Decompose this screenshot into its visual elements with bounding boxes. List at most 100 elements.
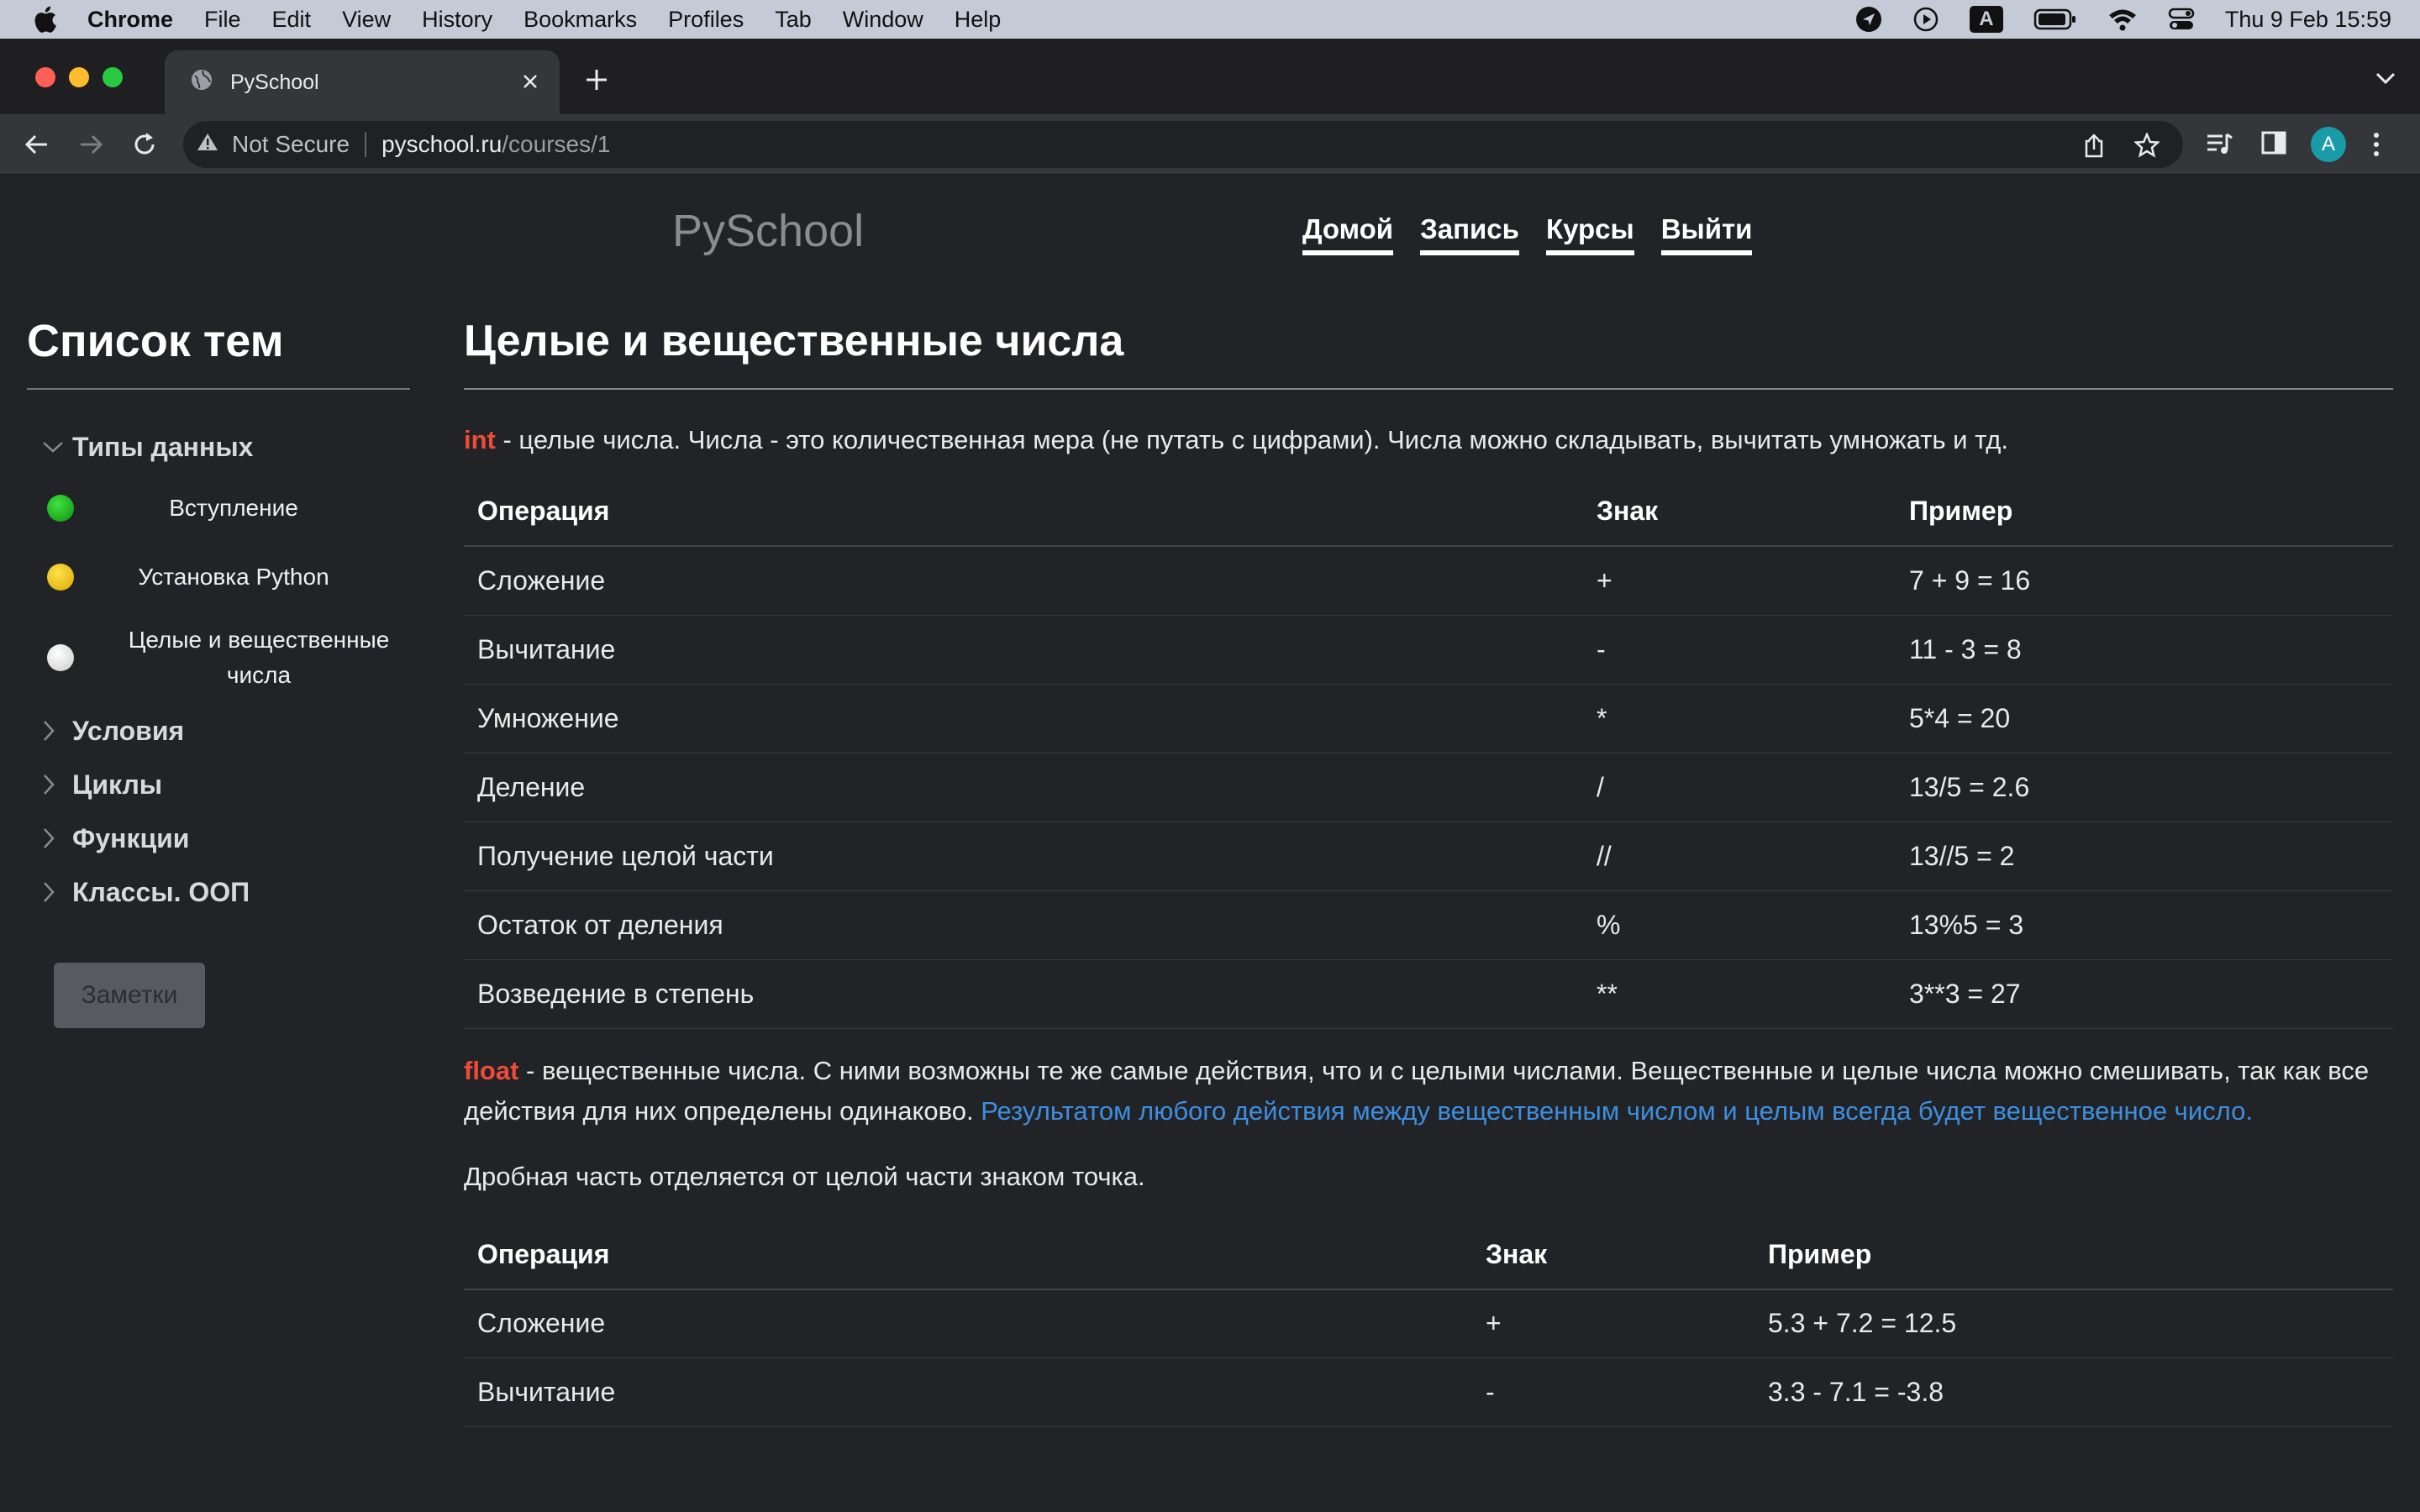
topic-group-functions[interactable]: Функции: [27, 811, 410, 865]
int-operations-table: Операция Знак Пример Сложение +7 + 9 = 16…: [464, 477, 2393, 1029]
header-sign: Знак: [1472, 1220, 1754, 1290]
address-bar[interactable]: Not Secure pyschool.ru/courses/1: [183, 121, 2183, 168]
share-icon[interactable]: [2082, 133, 2106, 164]
browser-tab[interactable]: PySchool: [165, 50, 560, 114]
more-menu-icon[interactable]: [2371, 129, 2381, 164]
cell-example: 13//5 = 2: [1896, 822, 2393, 891]
back-arrow-icon[interactable]: [22, 129, 52, 164]
chevron-right-icon: [42, 827, 67, 849]
lesson-label: Установка Python: [138, 564, 329, 590]
cell-operation: Возведение в степень: [464, 959, 1583, 1029]
topic-group-label: Классы. ООП: [72, 876, 250, 907]
wifi-icon[interactable]: [2107, 8, 2138, 31]
browser-toolbar: Not Secure pyschool.ru/courses/1 A: [0, 114, 2420, 175]
menu-edit[interactable]: Edit: [272, 7, 312, 33]
lesson-status-dot: [47, 564, 74, 591]
menu-profiles[interactable]: Profiles: [668, 7, 744, 33]
media-control-icon[interactable]: [2205, 131, 2233, 162]
topic-group-conditions[interactable]: Условия: [27, 704, 410, 758]
star-bookmark-icon[interactable]: [2133, 131, 2161, 164]
topics-sidebar: Список тем Типы данных Вступление Устано…: [27, 314, 410, 1028]
cell-example: 5.3 + 7.2 = 12.5: [1754, 1289, 2393, 1358]
cell-example: 13/5 = 2.6: [1896, 753, 2393, 822]
control-center-icon[interactable]: [2168, 7, 2195, 32]
window-zoom-button[interactable]: [103, 67, 123, 87]
nav-home[interactable]: Домой: [1302, 213, 1394, 255]
chevron-down-icon[interactable]: [2375, 71, 2396, 90]
float-keyword: float: [464, 1055, 519, 1085]
nav-courses[interactable]: Курсы: [1545, 213, 1634, 255]
topic-group-loops[interactable]: Циклы: [27, 758, 410, 811]
cell-sign: +: [1583, 546, 1896, 616]
new-tab-icon[interactable]: [583, 66, 610, 97]
site-logo[interactable]: PySchool: [672, 205, 864, 257]
menu-help[interactable]: Help: [955, 7, 1002, 33]
battery-icon[interactable]: [2033, 8, 2077, 31]
table-row: Остаток от деления% 13%5 = 3: [464, 890, 2393, 960]
cell-example: 3**3 = 27: [1896, 959, 2393, 1029]
cell-sign: %: [1583, 890, 1896, 960]
menu-app-name[interactable]: Chrome: [87, 7, 173, 33]
cell-sign: //: [1583, 822, 1896, 891]
int-text: - целые числа. Числа - это количественна…: [495, 425, 2008, 454]
menu-clock[interactable]: Thu 9 Feb 15:59: [2225, 7, 2391, 33]
chevron-down-icon: [42, 440, 67, 454]
cell-sign: *: [1583, 684, 1896, 753]
header-example: Пример: [1896, 477, 2393, 547]
menu-view[interactable]: View: [342, 7, 391, 33]
input-source-icon[interactable]: A: [1969, 6, 2003, 33]
side-panel-icon[interactable]: [2260, 129, 2287, 160]
profile-avatar[interactable]: A: [2311, 127, 2346, 162]
topic-group-data-types[interactable]: Типы данных: [27, 420, 410, 474]
table-row: Сложение +5.3 + 7.2 = 12.5: [464, 1289, 2393, 1358]
cell-sign: -: [1472, 1357, 1754, 1427]
reload-icon[interactable]: [129, 129, 160, 164]
int-keyword: int: [464, 425, 496, 454]
play-circle-icon[interactable]: [1912, 6, 1939, 33]
fraction-note: Дробная часть отделяется от целой части …: [464, 1161, 1145, 1191]
nav-logout[interactable]: Выйти: [1660, 213, 1753, 255]
cell-operation: Деление: [464, 753, 1583, 822]
lesson-item-install-python[interactable]: Установка Python: [27, 543, 410, 612]
int-description: int - целые числа. Числа - это количеств…: [464, 420, 2393, 460]
tab-close-icon[interactable]: [519, 71, 541, 98]
cell-example: 13%5 = 3: [1896, 890, 2393, 960]
cell-sign: /: [1583, 753, 1896, 822]
forward-arrow-icon[interactable]: [76, 129, 106, 164]
table-row: Вычитание -11 - 3 = 8: [464, 615, 2393, 685]
header-sign: Знак: [1583, 477, 1896, 547]
window-close-button[interactable]: [35, 67, 55, 87]
table-row: Возведение в степень ** 3**3 = 27: [464, 959, 2393, 1029]
menu-tab[interactable]: Tab: [775, 7, 812, 33]
menu-history[interactable]: History: [422, 7, 492, 33]
lesson-item-intro[interactable]: Вступление: [27, 474, 410, 543]
cell-operation: Получение целой части: [464, 822, 1583, 891]
nav-enroll[interactable]: Запись: [1420, 213, 1519, 255]
window-minimize-button[interactable]: [69, 67, 89, 87]
menu-bookmarks[interactable]: Bookmarks: [523, 7, 637, 33]
site-nav: Домой Запись Курсы Выйти: [1302, 213, 1779, 255]
table-header-row: Операция Знак Пример: [464, 1220, 2393, 1290]
security-label[interactable]: Not Secure: [232, 131, 350, 158]
location-arrow-icon[interactable]: [1855, 6, 1882, 33]
lesson-item-numbers[interactable]: Целые и вещественные числа: [27, 612, 410, 704]
cell-sign: +: [1472, 1289, 1754, 1358]
header-operation: Операция: [464, 1220, 1472, 1290]
warning-triangle-icon[interactable]: [197, 131, 218, 158]
lesson-label: Целые и вещественные числа: [128, 627, 390, 688]
cell-example: 7 + 9 = 16: [1896, 546, 2393, 616]
table-row: Умножение * 5*4 = 20: [464, 684, 2393, 753]
chevron-right-icon: [42, 720, 67, 742]
apple-icon[interactable]: [32, 5, 57, 34]
cell-example: 3.3 - 7.1 = -3.8: [1754, 1357, 2393, 1427]
notes-button[interactable]: Заметки: [54, 963, 205, 1028]
cell-sign: **: [1583, 959, 1896, 1029]
table-header-row: Операция Знак Пример: [464, 477, 2393, 547]
table-row: Деление/13/5 = 2.6: [464, 753, 2393, 822]
cell-operation: Остаток от деления: [464, 890, 1583, 960]
topic-group-label: Циклы: [72, 769, 163, 800]
chevron-right-icon: [42, 774, 67, 795]
menu-file[interactable]: File: [204, 7, 241, 33]
topic-group-classes[interactable]: Классы. ООП: [27, 865, 410, 919]
menu-window[interactable]: Window: [843, 7, 923, 33]
